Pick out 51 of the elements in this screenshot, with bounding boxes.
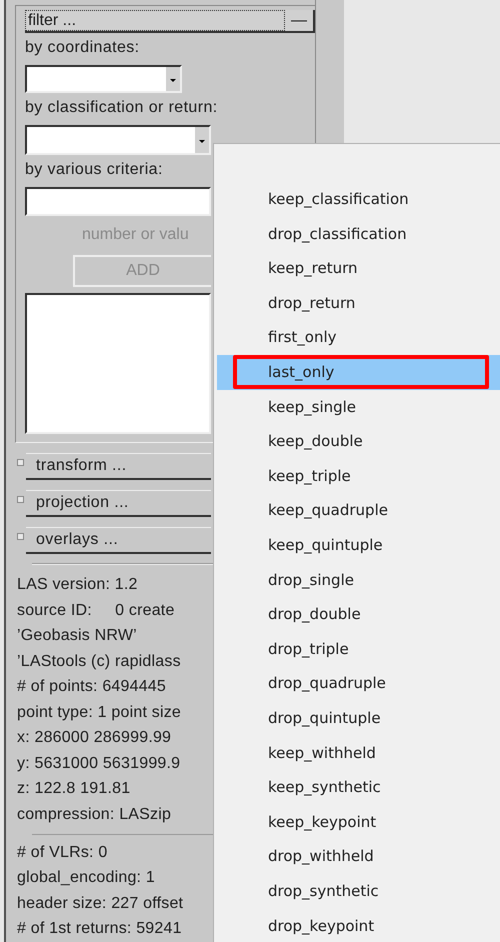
menu-item[interactable]: drop_return xyxy=(217,286,500,320)
info-line: ’Geobasis NRW’ xyxy=(17,626,137,646)
expand-toggle-icon[interactable] xyxy=(17,459,24,466)
info-line: # of VLRs: 0 xyxy=(17,842,108,863)
classification-dropdown[interactable] xyxy=(25,125,211,155)
menu-item[interactable]: keep_withheld xyxy=(217,736,500,770)
info-line: # of 1st returns: 59241 xyxy=(17,919,182,940)
field-label: by classification or return: xyxy=(25,98,219,118)
menu-item[interactable]: keep_triple xyxy=(217,458,500,494)
field-label: by coordinates: xyxy=(25,38,141,58)
section-button[interactable]: transform ... xyxy=(26,453,211,480)
menu-item[interactable]: drop_triple xyxy=(217,632,500,666)
expand-toggle-icon[interactable] xyxy=(17,496,24,503)
value-hint-label: number or valu xyxy=(82,225,189,245)
collapse-button[interactable]: — xyxy=(285,10,313,31)
menu-item[interactable]: drop_keypoint xyxy=(217,908,500,942)
menu-item[interactable]: drop_withheld xyxy=(217,839,500,874)
menu-item[interactable]: keep_double xyxy=(217,424,500,459)
info-line: x: 286000 286999.99 xyxy=(17,728,172,748)
menu-item[interactable]: keep_quintuple xyxy=(217,528,500,563)
info-line: z: 122.8 191.81 xyxy=(17,779,130,800)
info-line: # of points: 6494445 xyxy=(17,677,166,698)
menu-item[interactable]: keep_classification xyxy=(217,182,500,217)
info-line: LAS version: 1.2 xyxy=(17,575,138,596)
menu-item[interactable]: drop_single xyxy=(217,562,500,598)
menu-item[interactable]: first_only xyxy=(217,320,500,355)
menu-item[interactable]: drop_quintuple xyxy=(217,700,500,736)
info-line: point type: 1 point size xyxy=(17,702,182,723)
section-button[interactable]: projection ... xyxy=(26,490,211,517)
menu-item[interactable]: drop_quadruple xyxy=(217,666,500,701)
filter-header-button[interactable]: filter ... xyxy=(25,10,285,31)
filter-list-box[interactable] xyxy=(25,293,211,434)
menu-item[interactable]: drop_classification xyxy=(217,216,500,252)
menu-item[interactable]: keep_return xyxy=(217,251,500,286)
info-line: compression: LASzip xyxy=(17,804,172,825)
field-label: by various criteria: xyxy=(25,160,164,180)
expand-toggle-icon[interactable] xyxy=(17,533,24,540)
info-line: global_encoding: 1 xyxy=(17,868,155,888)
coordinates-dropdown[interactable] xyxy=(25,65,182,93)
menu-item[interactable]: keep_quadruple xyxy=(217,493,500,528)
menu-item[interactable]: keep_keypoint xyxy=(217,804,500,840)
menu-item[interactable]: keep_single xyxy=(217,390,500,424)
info-line: y: 5631000 5631999.9 xyxy=(17,754,180,774)
criteria-input-field[interactable] xyxy=(25,187,211,216)
info-line: header size: 227 offset xyxy=(17,894,184,914)
menu-item[interactable]: drop_double xyxy=(217,597,500,632)
section-button[interactable]: overlays ... xyxy=(26,527,211,554)
menu-item[interactable]: drop_synthetic xyxy=(217,874,500,908)
menu-item[interactable]: keep_synthetic xyxy=(217,770,500,805)
info-line: source ID: 0 create xyxy=(17,600,175,621)
info-line: ’LAStools (c) rapidlass xyxy=(17,652,181,672)
